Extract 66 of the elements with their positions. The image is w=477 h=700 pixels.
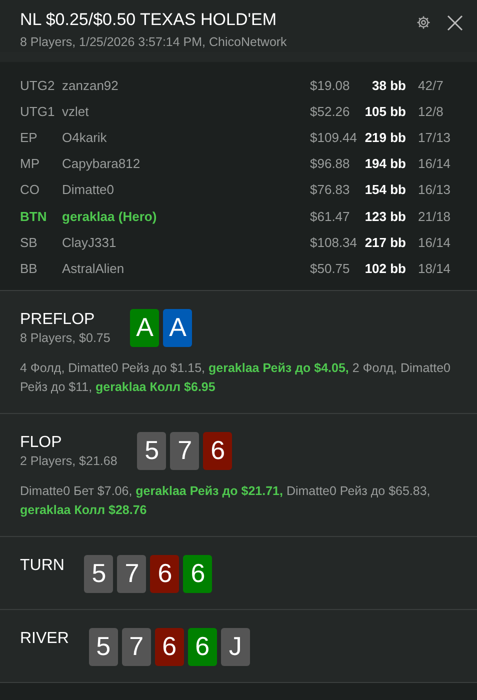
player-position: BB — [20, 260, 38, 276]
player-stats: 21/18 — [418, 208, 451, 224]
settings-icon[interactable] — [416, 15, 431, 30]
street-title: PREFLOP — [20, 310, 96, 328]
action-log: 4 Фолд, Dimatte0 Рейз до $1.15, geraklaa Рейз до $4.05, 2 Фолд, Dimatte0 Рейз до $11, geraklaa Колл $6.95 — [20, 360, 452, 396]
player-name: geraklaa (Hero) — [62, 208, 158, 224]
player-bb: 154 bb — [364, 182, 406, 198]
street-title: TURN — [20, 556, 64, 574]
player-position: MP — [20, 156, 40, 172]
player-stack: $96.88 — [310, 156, 351, 172]
player-stack: $61.47 — [310, 208, 351, 224]
playing-card: 7 — [170, 432, 200, 470]
playing-card: A — [130, 308, 160, 346]
player-name: vzlet — [62, 104, 90, 119]
player-bb: 102 bb — [364, 260, 406, 276]
close-icon[interactable] — [447, 15, 463, 31]
playing-card: 6 — [188, 628, 217, 666]
player-name: zanzan92 — [62, 78, 120, 93]
player-stats: 42/7 — [418, 78, 444, 93]
player-position: CO — [20, 182, 40, 198]
playing-card: 7 — [122, 628, 151, 666]
playing-card: 6 — [154, 628, 184, 666]
player-position: SB — [20, 234, 38, 250]
playing-card: J — [220, 628, 250, 666]
player-bb: 123 bb — [364, 208, 406, 224]
playing-card: 7 — [117, 554, 146, 592]
player-position: UTG1 — [20, 104, 56, 119]
playing-card: 6 — [203, 432, 232, 470]
player-stack: $19.08 — [310, 78, 351, 93]
player-bb: 38 bb — [371, 78, 406, 93]
action-log: Dimatte0 Бет $7.06, geraklaa Рейз до $21.71, Dimatte0 Рейз до $65.83, geraklaa Колл $28.76 — [20, 482, 432, 519]
street-title: FLOP — [20, 434, 63, 452]
player-stats: 18/14 — [418, 260, 451, 276]
player-stack: $108.34 — [310, 234, 358, 250]
playing-card: 6 — [150, 554, 180, 592]
player-stack: $76.83 — [310, 182, 351, 198]
player-stats: 17/13 — [418, 130, 451, 145]
player-stack: $50.75 — [310, 260, 351, 276]
player-name: Capybara812 — [62, 156, 142, 172]
player-position: BTN — [20, 208, 48, 224]
player-stats: 16/14 — [418, 156, 451, 172]
player-bb: 219 bb — [364, 130, 406, 145]
playing-card: 5 — [88, 628, 118, 666]
player-stats: 12/8 — [418, 104, 444, 119]
player-position: UTG2 — [20, 78, 56, 93]
player-position: EP — [20, 130, 38, 145]
player-bb: 194 bb — [364, 156, 406, 172]
player-name: AstralAlien — [62, 260, 126, 276]
player-bb: 217 bb — [364, 234, 406, 250]
street-subtitle: 2 Players, $21.68 — [20, 454, 118, 468]
playing-card: 5 — [84, 554, 114, 592]
playing-card: 5 — [137, 432, 166, 470]
playing-card: 6 — [183, 554, 212, 592]
street-title: RIVER — [20, 630, 69, 648]
player-stack: $52.26 — [310, 104, 351, 119]
hand-title: NL $0.25/$0.50 TEXAS HOLD'EM — [20, 10, 278, 30]
player-bb: 105 bb — [364, 104, 406, 119]
player-stats: 16/13 — [418, 182, 451, 198]
playing-card: A — [163, 308, 192, 346]
street-subtitle: 8 Players, $0.75 — [20, 330, 110, 344]
player-name: ClayJ331 — [62, 234, 118, 250]
hand-subtitle: 8 Players, 1/25/2026 3:57:14 PM, ChicoNetwork — [20, 35, 288, 49]
player-name: O4karik — [62, 130, 108, 145]
player-stats: 16/14 — [418, 234, 451, 250]
player-name: Dimatte0 — [62, 182, 116, 198]
player-stack: $109.44 — [310, 130, 358, 145]
